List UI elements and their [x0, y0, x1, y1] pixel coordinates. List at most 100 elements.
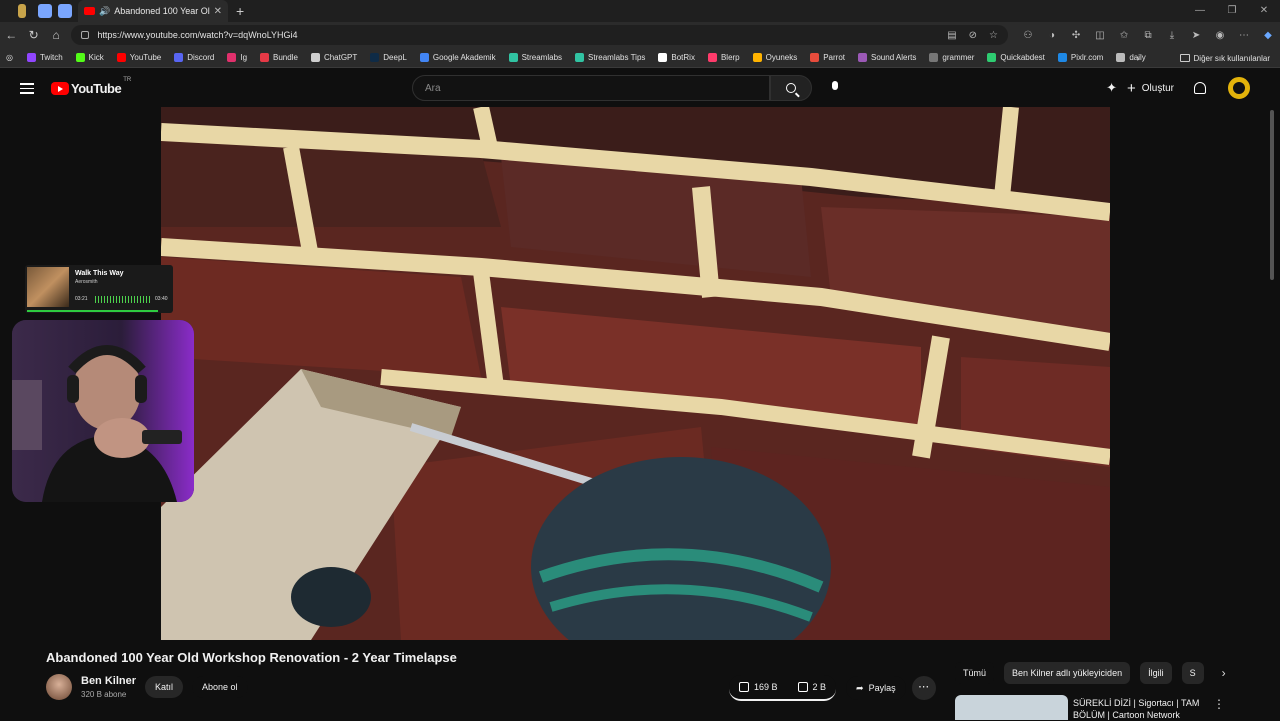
filter-chip[interactable]: İlgili: [1140, 662, 1172, 684]
bookmark-label: Blerp: [720, 53, 740, 62]
dislike-button[interactable]: 2 B: [788, 675, 837, 699]
reader-mode-icon[interactable]: ▤: [947, 30, 956, 41]
hamburger-menu-icon[interactable]: [20, 83, 34, 97]
search-button[interactable]: [770, 75, 812, 101]
other-bookmarks[interactable]: › Diğer sık kullanılanlar: [1137, 48, 1270, 68]
bookmark-item[interactable]: Streamlabs Tips: [575, 53, 645, 62]
create-button[interactable]: + Oluştur: [1127, 80, 1174, 97]
bookmark-item[interactable]: BotRix: [658, 53, 695, 62]
microphone-icon[interactable]: [831, 81, 839, 94]
more-actions-icon[interactable]: ⋯: [911, 676, 936, 700]
share-arrow-icon: ➦: [856, 682, 864, 693]
share-button[interactable]: ➦ Paylaş: [846, 676, 906, 700]
bookmark-label: Discord: [187, 53, 215, 62]
filter-chip[interactable]: S: [1181, 662, 1204, 684]
notifications-bell-icon[interactable]: [1194, 82, 1206, 94]
recommended-video-thumbnail[interactable]: [955, 695, 1068, 720]
puzzle-icon[interactable]: ✣: [1064, 30, 1088, 41]
like-button[interactable]: 169 B: [729, 675, 788, 699]
bookmarks-bar: ◎ Twitch Kick YouTube Discord Ig Bundle ChatGP…: [0, 48, 1280, 68]
bookmark-item[interactable]: Discord: [174, 53, 214, 62]
channel-name[interactable]: Ben Kilner: [81, 675, 136, 687]
bookmark-label: grammer: [942, 53, 975, 62]
extensions-icon[interactable]: ⚇: [1016, 30, 1040, 41]
omnibox[interactable]: https://www.youtube.com/watch?v=dqWnoLYH…: [71, 25, 1009, 45]
copilot-icon[interactable]: ◆: [1256, 30, 1280, 41]
favorites-icon[interactable]: ✩: [1112, 30, 1136, 41]
bookmark-item[interactable]: Quickabdest: [987, 53, 1045, 62]
back-icon[interactable]: ←: [0, 28, 22, 42]
chevron-right-icon[interactable]: ›: [1222, 666, 1226, 680]
recommended-video-title[interactable]: SÜREKLİ DİZİ | Sigortacı | TAM BÖLÜM | C…: [1073, 697, 1213, 721]
home-icon[interactable]: ⌂: [45, 28, 67, 42]
favorite-star-icon[interactable]: ☆: [989, 30, 998, 41]
workspace-icon[interactable]: [38, 4, 52, 18]
bookmarks-toggle-icon[interactable]: ◎: [6, 53, 13, 62]
bookmark-label: Bundle: [273, 53, 298, 62]
youtube-favicon-icon: [84, 7, 95, 15]
url-text[interactable]: https://www.youtube.com/watch?v=dqWnoLYH…: [97, 30, 935, 40]
filter-chip[interactable]: Tümü: [955, 662, 995, 684]
plus-icon: +: [1127, 79, 1136, 97]
bookmark-item[interactable]: Streamlabs: [508, 53, 562, 62]
split-screen-icon[interactable]: ◫: [1088, 30, 1112, 41]
bookmark-favicon-icon: [75, 53, 85, 62]
send-icon[interactable]: ➤: [1184, 30, 1208, 41]
channel-avatar[interactable]: [46, 674, 72, 700]
recommended-more-icon[interactable]: ⋮: [1213, 697, 1225, 711]
profile-icon[interactable]: ◉: [1208, 30, 1232, 41]
join-button[interactable]: Katıl: [145, 676, 184, 698]
bookmark-favicon-icon: [658, 53, 668, 62]
bookmark-favicon-icon: [1057, 53, 1067, 62]
read-aloud-icon[interactable]: ◑: [1040, 30, 1064, 41]
bookmark-item[interactable]: Twitch: [26, 53, 63, 62]
bookmark-item[interactable]: Pixlr.com: [1057, 53, 1103, 62]
bookmark-item[interactable]: Oyuneks: [752, 53, 797, 62]
workspace-icon-2[interactable]: [58, 4, 72, 18]
subscribe-button[interactable]: Abone ol: [192, 676, 248, 698]
tracking-icon[interactable]: ⊘: [969, 30, 977, 41]
bookmark-item[interactable]: Ig: [227, 53, 247, 62]
bookmark-item[interactable]: Bundle: [260, 53, 298, 62]
bookmark-item[interactable]: Kick: [75, 53, 104, 62]
video-player[interactable]: [161, 107, 1110, 640]
close-window-button[interactable]: ✕: [1248, 0, 1280, 22]
active-tab[interactable]: 🔊 Abandoned 100 Year Old Wo ✕: [78, 0, 228, 22]
bookmark-item[interactable]: Parrot: [810, 53, 845, 62]
search-box[interactable]: [412, 75, 770, 101]
close-tab-icon[interactable]: ✕: [214, 6, 222, 17]
menu-dots-icon[interactable]: ⋯: [1232, 30, 1256, 41]
bookmark-item[interactable]: DeepL: [370, 53, 407, 62]
youtube-play-icon: [51, 82, 69, 95]
youtube-header: YouTube TR ✦ + Oluştur: [0, 69, 1280, 107]
search-input[interactable]: [425, 82, 769, 94]
extension-gear-icon[interactable]: ✦: [1106, 80, 1117, 96]
bookmark-label: Streamlabs Tips: [588, 53, 646, 62]
bookmark-item[interactable]: ChatGPT: [310, 53, 357, 62]
lock-icon[interactable]: [81, 31, 90, 39]
bookmark-favicon-icon: [227, 53, 237, 62]
song-progress-bar: [27, 310, 159, 312]
bookmark-item[interactable]: grammer: [929, 53, 974, 62]
restore-button[interactable]: ❐: [1216, 0, 1248, 22]
video-actions: 169 B 2 B ➦ Paylaş ⋯: [729, 675, 936, 701]
bookmark-favicon-icon: [260, 53, 270, 62]
collections-icon[interactable]: ⧉: [1136, 30, 1160, 41]
youtube-logo[interactable]: YouTube TR: [51, 77, 131, 96]
reload-icon[interactable]: ↻: [22, 28, 44, 42]
new-tab-button[interactable]: +: [236, 3, 244, 19]
speaker-icon[interactable]: 🔊: [99, 6, 110, 17]
bookmark-item[interactable]: Blerp: [707, 53, 740, 62]
minimize-button[interactable]: —: [1184, 0, 1216, 22]
bookmark-item[interactable]: Sound Alerts: [858, 53, 916, 62]
download-icon[interactable]: ⤓: [1160, 30, 1184, 41]
bookmark-label: Sound Alerts: [871, 53, 917, 62]
bookmark-item[interactable]: YouTube: [116, 53, 161, 62]
chevron-right-icon[interactable]: ›: [1137, 54, 1140, 63]
filter-chip[interactable]: Ben Kilner adlı yükleyiciden: [1004, 662, 1131, 684]
bookmark-favicon-icon: [752, 53, 762, 62]
extension-icon[interactable]: [18, 4, 26, 18]
account-avatar[interactable]: [1228, 77, 1250, 99]
bookmark-item[interactable]: Google Akademik: [419, 53, 496, 62]
page-scrollbar[interactable]: [1270, 110, 1274, 280]
